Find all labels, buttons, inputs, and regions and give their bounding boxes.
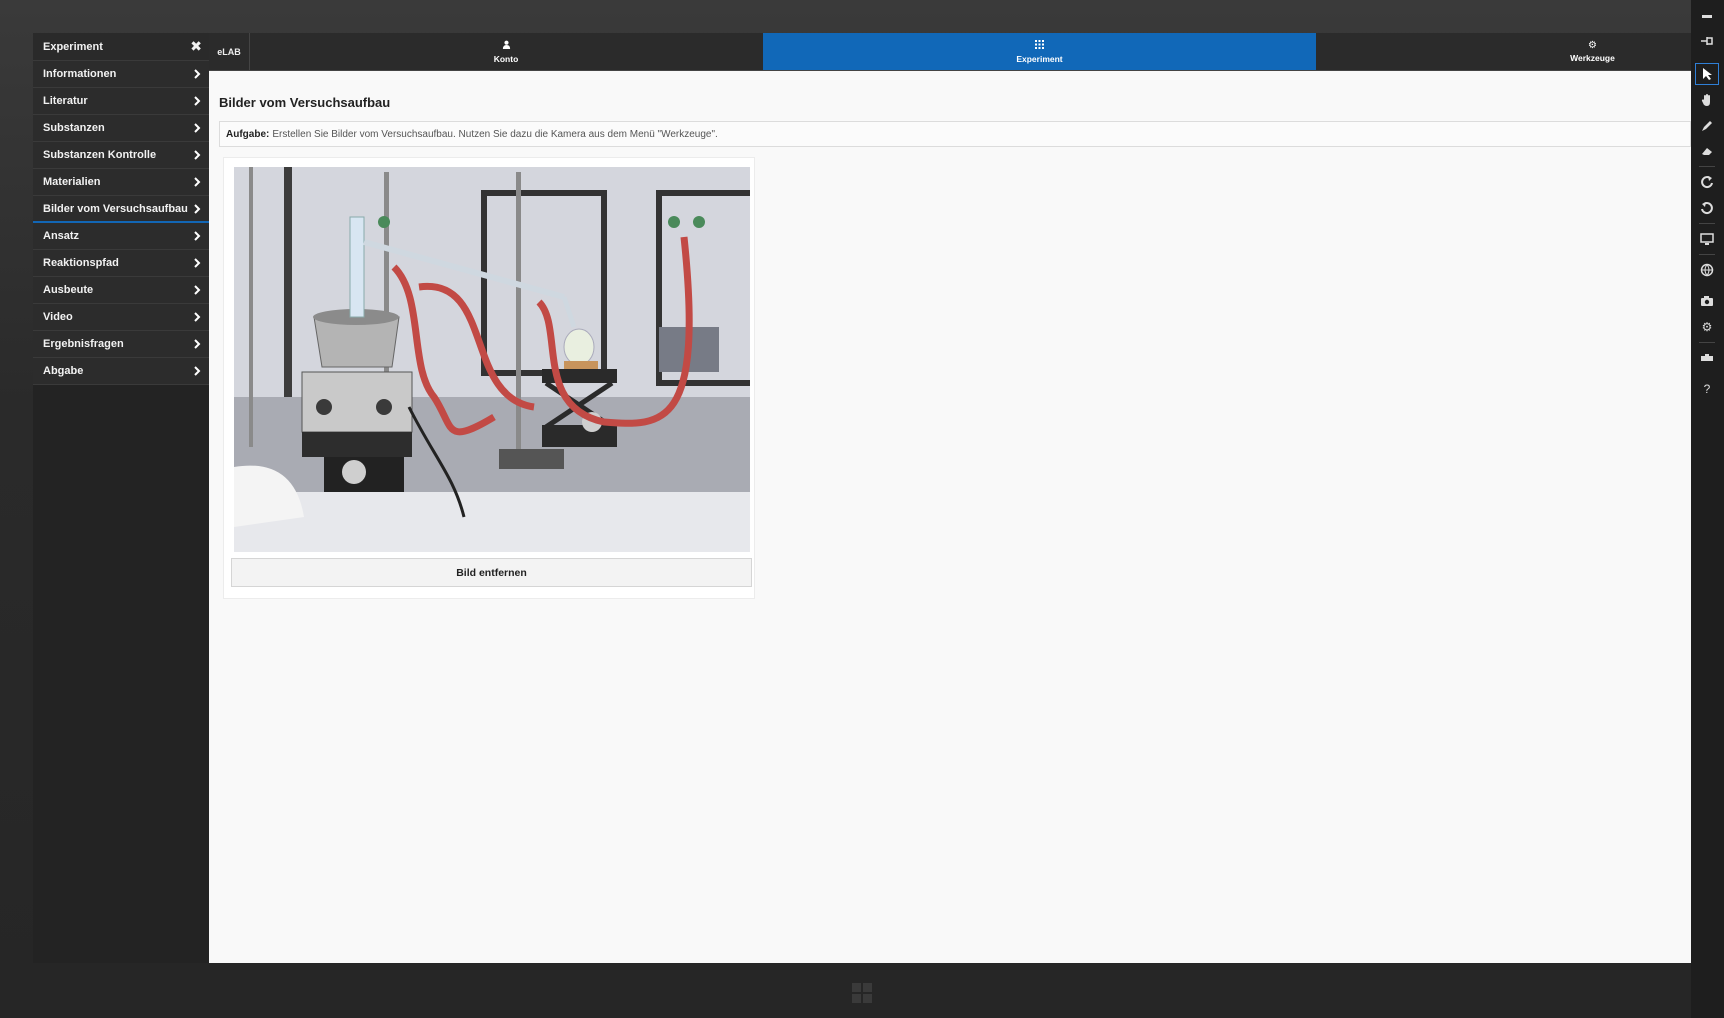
- sidebar-item-label: Substanzen Kontrolle: [43, 149, 157, 161]
- tab-konto[interactable]: Konto: [249, 33, 763, 70]
- sidebar-item-bilder[interactable]: Bilder vom Versuchsaufbau: [33, 196, 209, 223]
- chevron-right-icon: [194, 358, 201, 384]
- task-text: Erstellen Sie Bilder vom Versuchsaufbau.…: [272, 128, 718, 140]
- main-content: Bilder vom Versuchsaufbau Aufgabe: Erste…: [209, 71, 1691, 963]
- tab-experiment[interactable]: Experiment: [763, 33, 1316, 70]
- settings-icon[interactable]: ⚙: [1695, 316, 1719, 338]
- sidebar-header-label: Experiment: [43, 40, 103, 53]
- image-card: Bild entfernen: [223, 157, 755, 599]
- sidebar: Experiment ✖ Informationen Literatur Sub…: [33, 33, 209, 963]
- hand-icon[interactable]: [1695, 89, 1719, 111]
- tab-label: Werkzeuge: [1570, 53, 1615, 63]
- brand-logo[interactable]: eLAB: [209, 33, 250, 70]
- chevron-right-icon: [194, 61, 201, 87]
- sidebar-item-label: Abgabe: [43, 365, 84, 377]
- screen-icon[interactable]: [1695, 228, 1719, 250]
- grid-icon: [1035, 39, 1044, 52]
- sidebar-item-abgabe[interactable]: Abgabe: [33, 358, 209, 385]
- sidebar-item-label: Video: [43, 311, 73, 323]
- sidebar-item-label: Substanzen: [43, 122, 105, 134]
- remove-image-button[interactable]: Bild entfernen: [231, 558, 752, 587]
- pointer-icon[interactable]: [1695, 63, 1719, 85]
- toolbar-divider: [1699, 166, 1715, 167]
- sidebar-item-label: Ansatz: [43, 230, 80, 242]
- close-icon[interactable]: ✖: [190, 33, 202, 60]
- sidebar-item-label: Bilder vom Versuchsaufbau: [43, 202, 188, 215]
- sidebar-item-label: Ergebnisfragen: [43, 338, 124, 350]
- redo-icon[interactable]: [1695, 171, 1719, 193]
- sidebar-item-informationen[interactable]: Informationen: [33, 61, 209, 88]
- chevron-right-icon: [194, 223, 201, 249]
- sidebar-item-label: Reaktionspfad: [43, 257, 119, 269]
- setup-photo: [234, 167, 750, 552]
- windows-start-icon[interactable]: [851, 982, 873, 1004]
- sidebar-item-label: Ausbeute: [43, 284, 94, 296]
- toolbar-divider: [1699, 342, 1715, 343]
- globe-icon[interactable]: [1695, 259, 1719, 281]
- user-icon: [502, 40, 511, 52]
- sidebar-header-experiment[interactable]: Experiment ✖: [33, 33, 209, 61]
- chevron-right-icon: [194, 277, 201, 303]
- sidebar-item-label: Materialien: [43, 176, 101, 188]
- sidebar-item-substanzen-kontrolle[interactable]: Substanzen Kontrolle: [33, 142, 209, 169]
- keyboard-icon[interactable]: [1695, 347, 1719, 369]
- sidebar-item-ansatz[interactable]: Ansatz: [33, 223, 209, 250]
- sidebar-item-label: Literatur: [43, 95, 88, 107]
- gear-icon: ⚙: [1588, 40, 1597, 51]
- chevron-right-icon: [194, 331, 201, 357]
- page-title: Bilder vom Versuchsaufbau: [219, 95, 391, 110]
- app-screen: Experiment ✖ Informationen Literatur Sub…: [33, 33, 1691, 963]
- sidebar-item-video[interactable]: Video: [33, 304, 209, 331]
- chevron-right-icon: [194, 196, 201, 221]
- chevron-right-icon: [194, 115, 201, 141]
- sidebar-item-label: Informationen: [43, 68, 117, 80]
- task-label: Aufgabe:: [226, 128, 270, 140]
- chevron-right-icon: [194, 169, 201, 195]
- eraser-icon[interactable]: [1695, 140, 1719, 162]
- sidebar-item-ergebnisfragen[interactable]: Ergebnisfragen: [33, 331, 209, 358]
- pin-icon[interactable]: [1695, 30, 1719, 52]
- chevron-right-icon: [194, 304, 201, 330]
- tab-label: Konto: [493, 53, 519, 64]
- task-box: Aufgabe: Erstellen Sie Bilder vom Versuc…: [219, 121, 1691, 147]
- tab-label: Experiment: [1016, 53, 1063, 64]
- chevron-right-icon: [194, 88, 201, 114]
- toolbar-divider: [1699, 254, 1715, 255]
- toolbar-divider: [1699, 223, 1715, 224]
- help-icon[interactable]: ?: [1695, 378, 1719, 400]
- chevron-right-icon: [194, 142, 201, 168]
- sidebar-item-ausbeute[interactable]: Ausbeute: [33, 277, 209, 304]
- chevron-right-icon: [194, 250, 201, 276]
- undo-icon[interactable]: [1695, 197, 1719, 219]
- sidebar-item-reaktionspfad[interactable]: Reaktionspfad: [33, 250, 209, 277]
- camera-icon[interactable]: [1695, 290, 1719, 312]
- pen-icon[interactable]: [1695, 115, 1719, 137]
- sidebar-item-materialien[interactable]: Materialien: [33, 169, 209, 196]
- top-navigation: eLAB Konto Experiment ⚙ Werkzeuge: [209, 33, 1691, 71]
- minimize-icon[interactable]: [1695, 5, 1719, 27]
- tab-werkzeuge[interactable]: ⚙ Werkzeuge: [1316, 33, 1724, 70]
- sidebar-item-literatur[interactable]: Literatur: [33, 88, 209, 115]
- sidebar-item-substanzen[interactable]: Substanzen: [33, 115, 209, 142]
- right-toolbar: ⚙ ?: [1691, 0, 1724, 1018]
